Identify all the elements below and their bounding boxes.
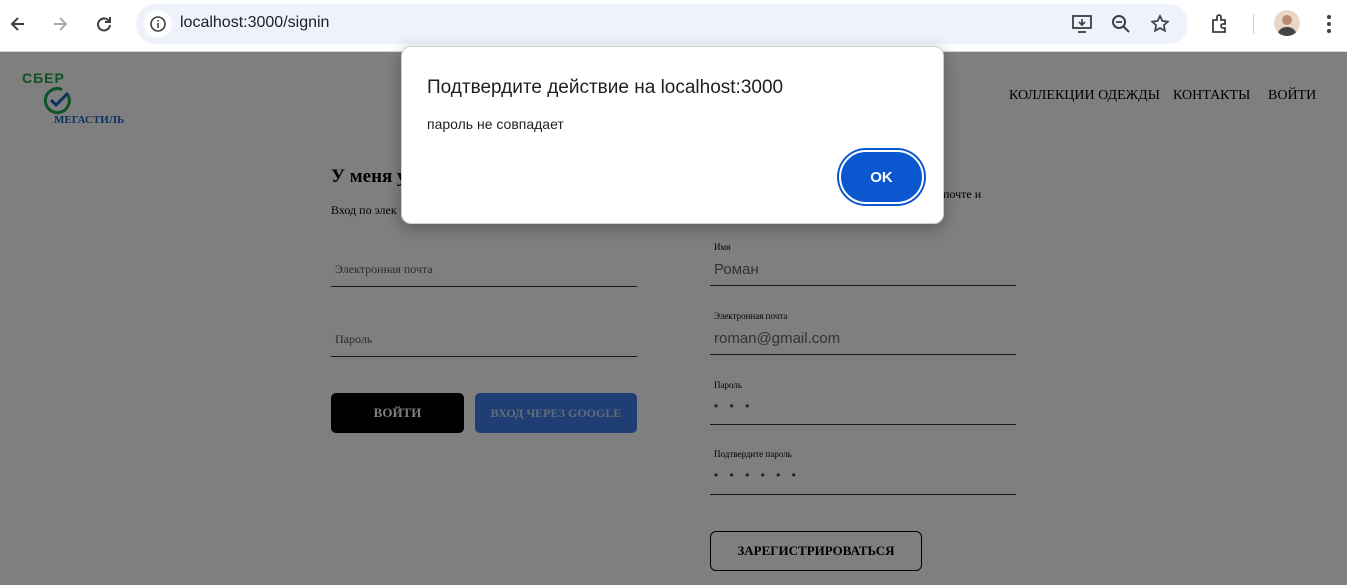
toolbar-divider	[1253, 14, 1254, 34]
reload-icon	[97, 17, 111, 32]
forward-arrow-icon	[54, 17, 68, 31]
site-info-icon[interactable]	[144, 10, 172, 38]
url-text[interactable]: localhost:3000/signin	[180, 14, 329, 32]
back-arrow-icon	[10, 17, 24, 31]
dialog-title: Подтвердите действие на localhost:3000	[427, 77, 784, 98]
dialog-message: пароль не совпадает	[427, 116, 564, 132]
more-menu-icon[interactable]	[1315, 10, 1343, 38]
forward-button[interactable]	[44, 8, 76, 40]
install-app-icon[interactable]	[1070, 12, 1094, 36]
profile-avatar[interactable]	[1274, 10, 1300, 36]
dialog-ok-button[interactable]: OK	[839, 150, 924, 204]
extensions-icon[interactable]	[1206, 10, 1234, 38]
address-bar[interactable]: localhost:3000/signin	[136, 4, 1188, 44]
browser-toolbar: localhost:3000/signin	[0, 0, 1347, 52]
back-button[interactable]	[2, 8, 34, 40]
zoom-icon[interactable]	[1109, 12, 1133, 36]
reload-button[interactable]	[88, 8, 120, 40]
confirm-dialog: Подтвердите действие на localhost:3000 п…	[401, 46, 944, 224]
bookmark-star-icon[interactable]	[1148, 12, 1172, 36]
